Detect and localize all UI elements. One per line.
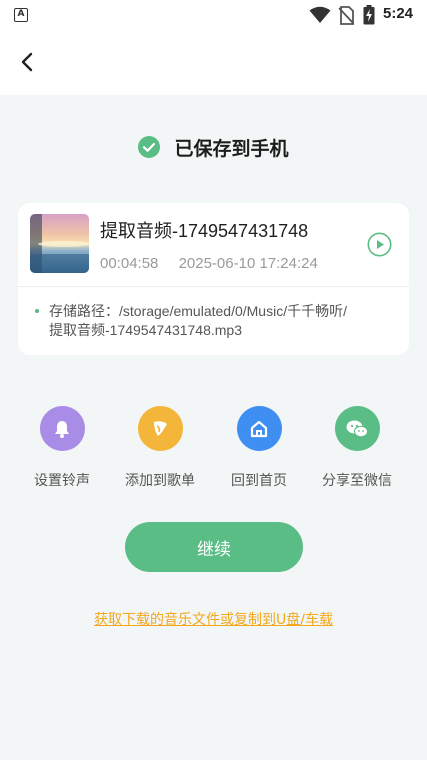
bullet-dot — [35, 309, 39, 313]
bell-icon — [39, 406, 85, 451]
saved-status: 已保存到手机 — [0, 132, 427, 162]
help-link[interactable]: 获取下载的音乐文件或复制到U盘/车载 — [0, 609, 427, 629]
home-icon — [236, 406, 282, 451]
storage-path: 存储路径：/storage/emulated/0/Music/千千畅听/ 提取音… — [49, 302, 389, 340]
continue-button[interactable]: 继续 — [125, 522, 303, 572]
wechat-icon — [334, 406, 380, 451]
status-bar: A 5:24 — [0, 0, 427, 30]
play-icon[interactable] — [367, 232, 392, 257]
file-duration: 00:04:58 — [100, 255, 159, 272]
app-notification-icon: A — [14, 8, 28, 22]
file-meta: 00:04:58 2025-06-10 17:24:24 — [100, 255, 318, 272]
nav-bar — [0, 30, 427, 95]
file-datetime: 2025-06-10 17:24:24 — [178, 255, 318, 272]
battery-charging-icon — [363, 5, 375, 25]
saved-title: 已保存到手机 — [174, 137, 289, 160]
add-to-playlist-button[interactable]: 添加到歌单 — [115, 406, 205, 490]
share-wechat-button[interactable]: 分享至微信 — [312, 406, 402, 490]
back-arrow-icon[interactable] — [14, 48, 42, 76]
share-wechat-label: 分享至微信 — [322, 473, 392, 489]
storage-path-line2: 提取音频-1749547431748.mp3 — [49, 322, 243, 338]
no-sim-icon — [338, 6, 354, 25]
set-ringtone-button[interactable]: 设置铃声 — [17, 406, 107, 490]
check-circle-icon — [138, 136, 161, 158]
music-add-icon — [137, 406, 183, 451]
file-card: 提取音频-1749547431748 00:04:58 2025-06-10 1… — [18, 203, 409, 355]
status-time: 5:24 — [383, 5, 414, 22]
storage-path-line1: 存储路径：/storage/emulated/0/Music/千千畅听/ — [49, 303, 347, 319]
back-home-label: 回到首页 — [231, 473, 287, 489]
audio-thumbnail — [30, 214, 89, 273]
set-ringtone-label: 设置铃声 — [34, 473, 90, 489]
file-name: 提取音频-1749547431748 — [100, 221, 309, 241]
back-home-button[interactable]: 回到首页 — [214, 406, 304, 490]
card-divider — [18, 286, 409, 287]
add-to-playlist-label: 添加到歌单 — [125, 473, 195, 489]
wifi-icon — [309, 6, 331, 23]
